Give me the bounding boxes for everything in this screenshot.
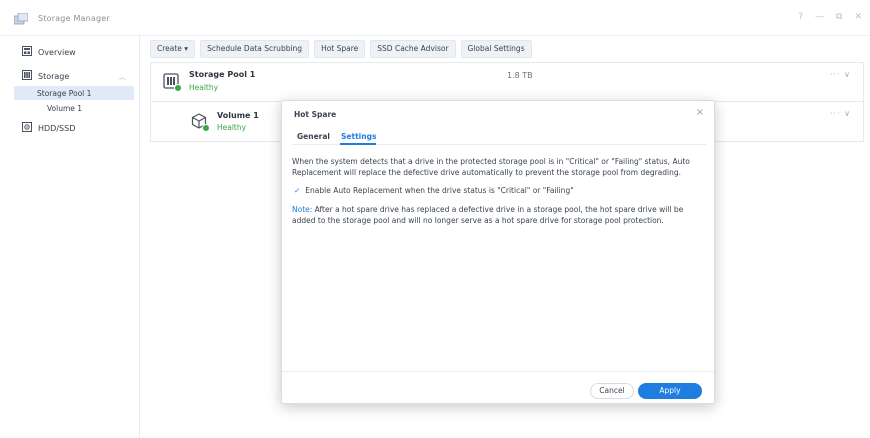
sidebar-item-label: HDD/SSD [38, 124, 76, 133]
sidebar-item-label: Storage Pool 1 [37, 89, 92, 98]
storage-pool-row[interactable]: Storage Pool 1 Healthy 1.8 TB ··· ∨ [150, 62, 864, 102]
active-tab-indicator [340, 143, 376, 145]
auto-replacement-checkbox[interactable]: ✓ Enable Auto Replacement when the drive … [294, 186, 574, 195]
close-icon[interactable]: × [696, 107, 704, 118]
minimize-icon[interactable]: — [815, 12, 824, 22]
pool-name: Storage Pool 1 [189, 70, 256, 79]
note-text: After a hot spare drive has replaced a d… [292, 205, 684, 225]
sidebar-item-storage[interactable]: Storage ︿ [0, 68, 139, 84]
volume-more-actions-icon[interactable]: ··· ∨ [830, 109, 851, 118]
schedule-data-scrubbing-button[interactable]: Schedule Data Scrubbing [200, 40, 310, 58]
sidebar-item-label: Volume 1 [47, 104, 83, 113]
storage-icon [22, 70, 32, 80]
note-label: Note: [292, 205, 313, 214]
pool-status: Healthy [189, 83, 219, 92]
tab-settings[interactable]: Settings [341, 132, 376, 141]
sidebar-item-label: Storage [38, 72, 70, 81]
ssd-cache-advisor-button[interactable]: SSD Cache Advisor [370, 40, 456, 58]
toolbar: Create ▾ Schedule Data Scrubbing Hot Spa… [150, 40, 532, 58]
storage-manager-icon [14, 13, 28, 25]
tab-general[interactable]: General [297, 132, 330, 141]
dialog-tabs: General Settings [292, 125, 706, 145]
apply-button[interactable]: Apply [638, 383, 702, 399]
checkbox-label: Enable Auto Replacement when the drive s… [305, 186, 574, 195]
hot-spare-dialog: Hot Spare × General Settings When the sy… [281, 100, 715, 404]
overview-icon [22, 46, 32, 56]
close-window-icon[interactable]: ✕ [854, 12, 862, 22]
window-controls: ? — ⧉ ✕ [798, 12, 862, 22]
sidebar-item-label: Overview [38, 48, 76, 57]
app-title: Storage Manager [38, 14, 110, 23]
sidebar-item-overview[interactable]: Overview [0, 44, 139, 60]
sidebar-item-volume-1[interactable]: Volume 1 [47, 104, 82, 113]
help-icon[interactable]: ? [798, 12, 803, 22]
dialog-description: When the system detects that a drive in … [292, 157, 690, 177]
dialog-title: Hot Spare [294, 110, 337, 119]
volume-name: Volume 1 [217, 111, 259, 120]
healthy-check-icon [202, 124, 210, 132]
global-settings-button[interactable]: Global Settings [460, 40, 532, 58]
pool-more-actions-icon[interactable]: ··· ∨ [830, 70, 851, 79]
sidebar-item-storage-pool-1[interactable]: Storage Pool 1 [14, 86, 134, 100]
sidebar-item-hdd-ssd[interactable]: HDD/SSD [0, 120, 139, 136]
dialog-footer: Cancel Apply [282, 371, 714, 404]
chevron-up-icon[interactable]: ︿ [119, 72, 126, 82]
hdd-icon [22, 122, 32, 132]
sidebar: Overview Storage ︿ Storage Pool 1 Volume… [0, 36, 140, 438]
create-button[interactable]: Create ▾ [150, 40, 196, 58]
dialog-note: Note: After a hot spare drive has replac… [292, 205, 708, 226]
maximize-icon[interactable]: ⧉ [836, 12, 842, 22]
checkmark-icon[interactable]: ✓ [294, 186, 300, 195]
hot-spare-button[interactable]: Hot Spare [314, 40, 366, 58]
title-bar: Storage Manager ? — ⧉ ✕ [0, 0, 870, 36]
cancel-button[interactable]: Cancel [590, 383, 634, 399]
pool-size: 1.8 TB [507, 71, 533, 80]
volume-status: Healthy [217, 123, 247, 132]
healthy-check-icon [174, 84, 182, 92]
